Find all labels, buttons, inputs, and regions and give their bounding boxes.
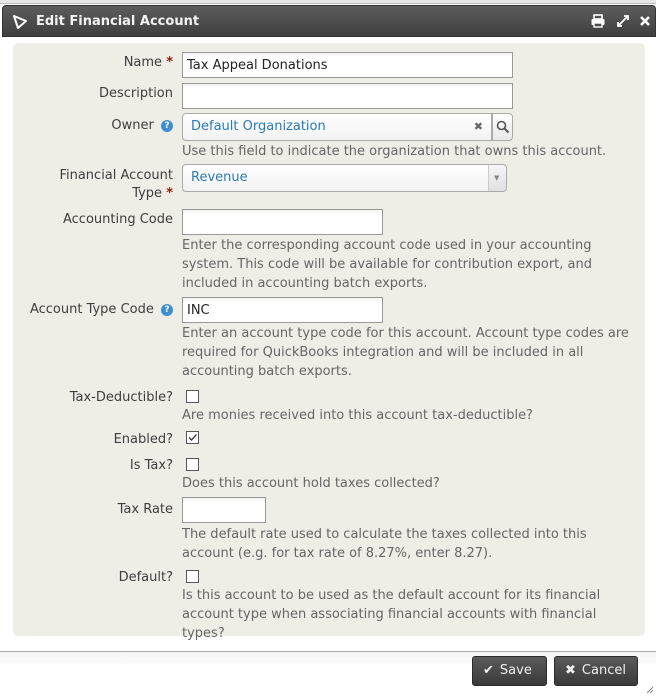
checkmark-icon [188, 434, 197, 441]
owner-value: Default Organization [191, 119, 326, 134]
clear-icon[interactable]: ✖ [474, 114, 483, 140]
tax-rate-help-text: The default rate used to calculate the t… [182, 527, 587, 561]
is-tax-help-text: Does this account hold taxes collected? [182, 476, 440, 491]
name-input[interactable] [182, 52, 513, 78]
search-button[interactable] [492, 113, 513, 141]
enabled-checkbox[interactable] [186, 431, 199, 444]
cancel-label: Cancel [581, 663, 626, 678]
tax-deductible-checkbox[interactable] [186, 390, 199, 403]
check-icon: ✔ [483, 663, 494, 678]
description-input[interactable] [182, 83, 513, 109]
accounting-code-input[interactable] [182, 209, 383, 235]
dropdown-arrow[interactable]: ▼ [488, 165, 506, 191]
help-icon[interactable]: ? [161, 304, 173, 316]
print-icon[interactable] [590, 13, 606, 29]
dialog-titlebar[interactable]: Edit Financial Account [2, 5, 656, 37]
maximize-icon[interactable] [615, 13, 631, 29]
name-label: Name * [124, 54, 173, 72]
is-tax-label: Is Tax? [129, 458, 173, 473]
tax-rate-input[interactable] [182, 497, 266, 523]
enabled-label: Enabled? [113, 432, 173, 447]
dialog-button-pane: ✔ Save ✖ Cancel [0, 652, 656, 696]
account-type-code-label-text: Account Type Code [29, 302, 154, 317]
chevron-down-icon: ▼ [494, 174, 500, 182]
help-icon[interactable]: ? [161, 120, 173, 132]
financial-account-type-value: Revenue [191, 170, 248, 185]
accounting-code-help-text: Enter the corresponding account code use… [182, 238, 592, 291]
owner-select[interactable]: Default Organization ✖ [182, 113, 492, 141]
account-type-code-label: Account Type Code ? [30, 301, 173, 319]
account-type-code-help-text: Enter an account type code for this acco… [182, 326, 629, 379]
label-line1: Financial Account [59, 168, 173, 183]
owner-label-text: Owner [111, 118, 154, 133]
label-line2: Type [132, 186, 163, 201]
financial-account-type-label: Financial Account Type * [59, 167, 173, 203]
close-icon[interactable] [637, 13, 653, 29]
owner-label: Owner ? [111, 117, 173, 135]
accounting-code-label: Accounting Code [62, 212, 173, 227]
close-icon: ✖ [565, 663, 576, 678]
search-icon [496, 120, 510, 134]
financial-account-type-select[interactable]: Revenue ▼ [182, 164, 507, 192]
civicrm-logo-icon [13, 15, 27, 29]
cancel-button[interactable]: ✖ Cancel [554, 656, 638, 686]
save-button[interactable]: ✔ Save [472, 656, 547, 686]
is-tax-checkbox[interactable] [186, 458, 199, 471]
resize-handle-icon[interactable] [646, 686, 654, 694]
tax-deductible-help-text: Are monies received into this account ta… [182, 408, 533, 423]
default-label: Default? [118, 570, 173, 585]
default-checkbox[interactable] [186, 570, 199, 583]
form-panel: Name * Description Owner ? Default Organ… [13, 43, 645, 641]
description-label: Description [98, 86, 173, 101]
required-mark: * [166, 55, 173, 70]
owner-help-text: Use this field to indicate the organizat… [182, 144, 607, 159]
account-type-code-input[interactable] [182, 297, 383, 323]
dialog-title: Edit Financial Account [36, 14, 200, 29]
name-label-text: Name [123, 55, 163, 70]
background-page-strip [0, 0, 656, 4]
default-help-text: Is this account to be used as the defaul… [182, 588, 601, 641]
tax-deductible-label: Tax-Deductible? [69, 390, 173, 405]
required-mark: * [166, 186, 173, 201]
save-label: Save [499, 663, 532, 678]
tax-rate-label: Tax Rate [117, 502, 173, 517]
